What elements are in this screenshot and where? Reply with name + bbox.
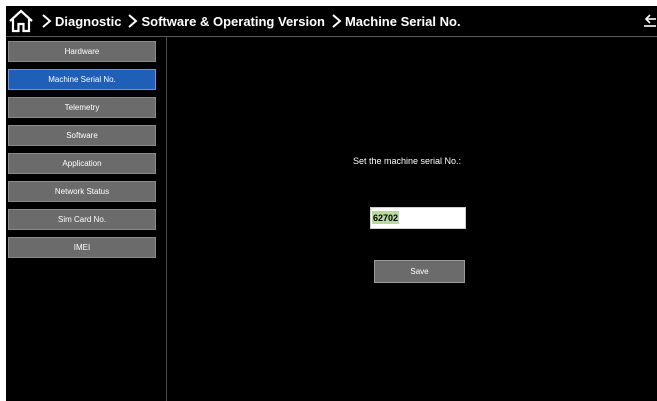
sidebar-item-machine-serial[interactable]: Machine Serial No. <box>8 69 156 90</box>
breadcrumb: Diagnostic Software & Operating Version … <box>38 6 461 36</box>
chevron-right-icon <box>42 14 52 28</box>
chevron-right-icon <box>332 14 342 28</box>
sidebar-item-hardware[interactable]: Hardware <box>8 41 156 62</box>
serial-selection-highlight <box>372 211 399 224</box>
sidebar: Hardware Machine Serial No. Telemetry So… <box>6 37 166 401</box>
home-icon <box>9 9 33 33</box>
sidebar-item-application[interactable]: Application <box>8 153 156 174</box>
serial-prompt-label: Set the machine serial No.: <box>353 156 462 166</box>
breadcrumb-software[interactable]: Software & Operating Version <box>141 14 325 29</box>
chevron-right-icon <box>128 14 139 28</box>
sidebar-item-sim-card[interactable]: Sim Card No. <box>8 209 156 230</box>
back-button[interactable] <box>643 11 657 31</box>
home-button[interactable] <box>8 8 34 34</box>
header-bar: Diagnostic Software & Operating Version … <box>6 6 657 36</box>
back-arrow-icon <box>644 14 656 27</box>
save-button[interactable]: Save <box>374 260 465 283</box>
breadcrumb-diagnostic[interactable]: Diagnostic <box>55 14 121 29</box>
sidebar-divider <box>166 37 167 401</box>
sidebar-item-network-status[interactable]: Network Status <box>8 181 156 202</box>
sidebar-item-telemetry[interactable]: Telemetry <box>8 97 156 118</box>
breadcrumb-current: Machine Serial No. <box>344 13 461 29</box>
sidebar-item-software[interactable]: Software <box>8 125 156 146</box>
app-panel: Diagnostic Software & Operating Version … <box>6 6 657 401</box>
screen: Diagnostic Software & Operating Version … <box>0 0 657 401</box>
sidebar-item-imei[interactable]: IMEI <box>8 237 156 258</box>
